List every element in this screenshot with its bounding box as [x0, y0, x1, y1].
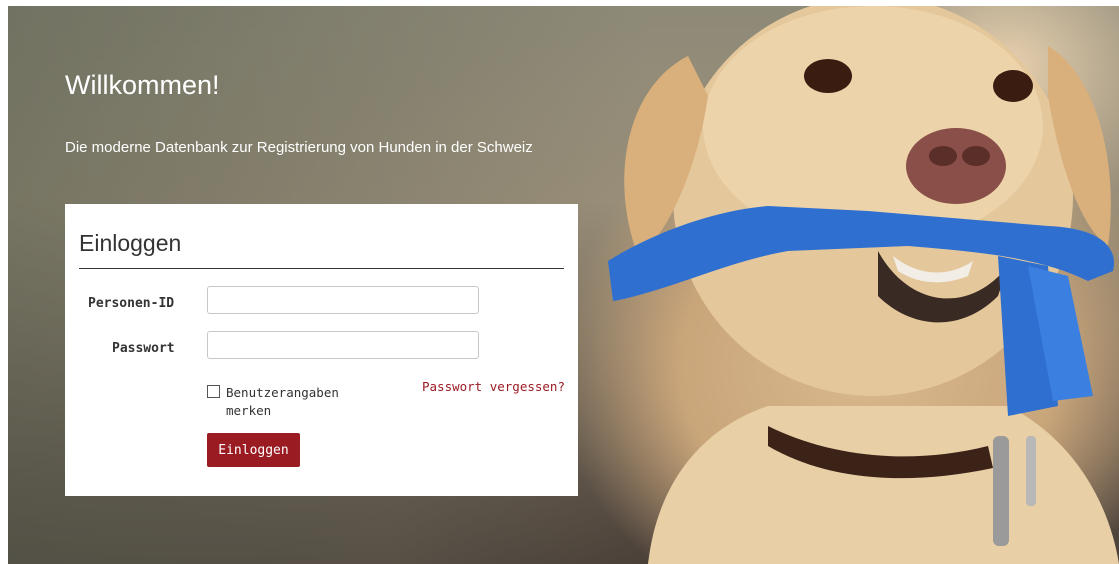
person-id-label: Personen-ID [88, 296, 175, 311]
login-button[interactable]: Einloggen [207, 433, 300, 467]
forgot-password-link[interactable]: Passwort vergessen? [422, 379, 565, 394]
login-heading: Einloggen [79, 230, 182, 256]
remember-me[interactable]: Benutzerangaben merken [207, 384, 377, 420]
password-label: Passwort [112, 341, 175, 356]
welcome-subtitle: Die moderne Datenbank zur Registrierung … [65, 139, 533, 156]
welcome-title: Willkommen! [65, 70, 220, 100]
heading-divider [79, 268, 564, 269]
password-input[interactable] [207, 331, 479, 359]
login-card: Einloggen Personen-ID Passwort Benutzera… [65, 204, 578, 496]
person-id-input[interactable] [207, 286, 479, 314]
remember-label: Benutzerangaben merken [226, 385, 339, 418]
remember-checkbox[interactable] [207, 385, 220, 398]
